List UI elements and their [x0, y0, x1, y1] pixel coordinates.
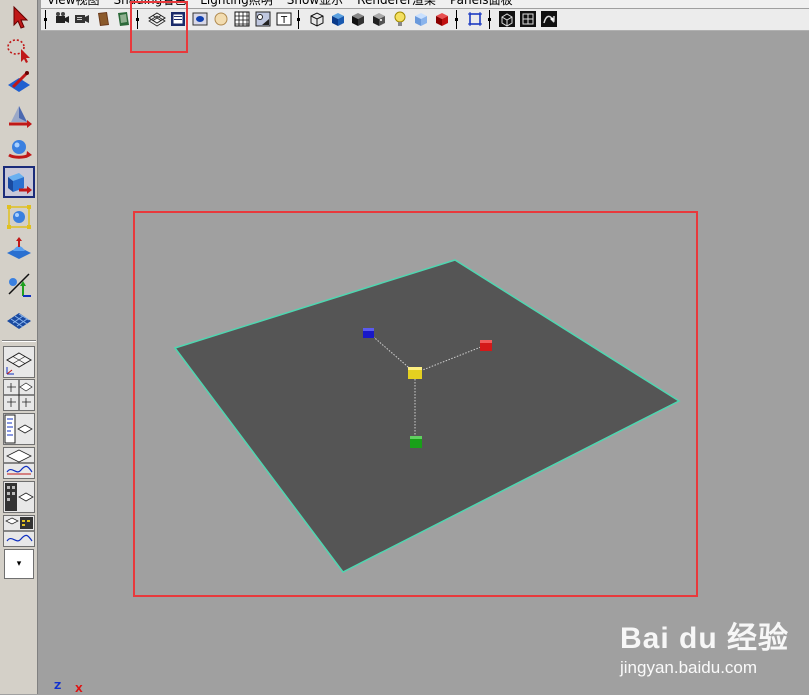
- toolbar-highlight-box: [130, 1, 188, 53]
- xray-active-components-icon[interactable]: [540, 10, 558, 28]
- watermark-url: jingyan.baidu.com: [620, 658, 758, 677]
- tool-box: ▾: [0, 0, 38, 694]
- shelf-divider: [2, 340, 36, 342]
- textured-cube-icon[interactable]: [370, 10, 388, 28]
- wireframe-on-shaded-icon[interactable]: [349, 10, 367, 28]
- watermark: Bai du 经验 jingyan.baidu.com: [620, 623, 789, 679]
- toolbar-separator: [44, 10, 48, 29]
- menu-view[interactable]: View视图: [47, 0, 99, 8]
- graph-editor-perspective-layout-icon[interactable]: [3, 447, 35, 479]
- use-default-material-icon[interactable]: T: [275, 10, 293, 28]
- smooth-shade-icon[interactable]: [254, 10, 272, 28]
- viewport-highlight-box: [133, 211, 698, 597]
- select-camera-icon[interactable]: [53, 10, 71, 28]
- wireframe-cube-icon[interactable]: [308, 10, 326, 28]
- persp-graph-hypershade-layout-icon[interactable]: [3, 515, 35, 547]
- toolbar-separator: [488, 10, 492, 29]
- menu-lighting[interactable]: Lighting照明: [200, 0, 273, 8]
- shadows-icon[interactable]: [412, 10, 430, 28]
- move-tool-icon[interactable]: [3, 100, 35, 132]
- high-quality-render-icon[interactable]: [433, 10, 451, 28]
- lighting-icon[interactable]: [391, 10, 409, 28]
- paint-select-tool-icon[interactable]: [3, 67, 35, 99]
- bookmarks-icon[interactable]: [94, 10, 112, 28]
- rotate-tool-icon[interactable]: [3, 133, 35, 165]
- menu-renderer[interactable]: Renderer渲染: [357, 0, 436, 8]
- hypershade-perspective-layout-icon[interactable]: [3, 481, 35, 513]
- soft-modification-icon[interactable]: [3, 235, 35, 267]
- axis-z-label: Z: [54, 681, 62, 692]
- xray-joints-icon[interactable]: [519, 10, 537, 28]
- lasso-tool-icon[interactable]: [3, 34, 35, 66]
- select-tool-icon[interactable]: [3, 1, 35, 33]
- safe-action-icon[interactable]: [212, 10, 230, 28]
- camera-attributes-icon[interactable]: [73, 10, 91, 28]
- universal-manipulator-icon[interactable]: [3, 201, 35, 233]
- four-view-layout-icon[interactable]: [3, 379, 35, 411]
- isolate-select-icon[interactable]: [466, 10, 484, 28]
- show-manipulator-icon[interactable]: [3, 268, 35, 300]
- resolution-gate-icon[interactable]: [191, 10, 209, 28]
- xray-icon[interactable]: [498, 10, 516, 28]
- outliner-perspective-layout-icon[interactable]: [3, 413, 35, 445]
- last-tool-used-icon[interactable]: [3, 303, 35, 335]
- toolbar-separator: [297, 10, 301, 29]
- watermark-brand: Bai du 经验: [620, 622, 790, 655]
- menu-show[interactable]: Show显示: [287, 0, 343, 8]
- scale-tool-icon[interactable]: [3, 166, 35, 198]
- axis-x-label: X: [75, 684, 83, 695]
- chevron-down-icon: ▾: [16, 559, 22, 569]
- wireframe-icon[interactable]: [233, 10, 251, 28]
- layout-menu-button[interactable]: ▾: [4, 549, 34, 579]
- shaded-cube-icon[interactable]: [329, 10, 347, 28]
- menu-panels[interactable]: Panels面板: [450, 0, 513, 8]
- svg-text:T: T: [280, 15, 288, 26]
- toolbar-separator: [455, 10, 459, 29]
- single-perspective-layout-icon[interactable]: [3, 346, 35, 378]
